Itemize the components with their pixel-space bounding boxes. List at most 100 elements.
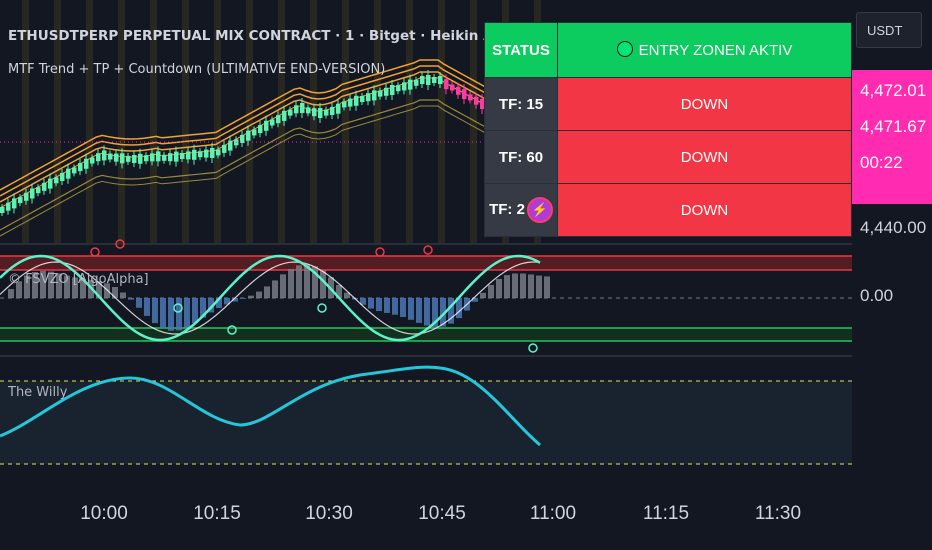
candle-body xyxy=(318,107,323,118)
candle-body xyxy=(96,153,101,162)
candle-body xyxy=(462,89,467,100)
candle-body xyxy=(390,85,395,95)
histogram-bar xyxy=(504,275,510,298)
candle-body xyxy=(198,151,203,158)
timeframe-key: TF: 2 ⚡ xyxy=(484,183,558,237)
time-tick: 10:45 xyxy=(418,503,466,524)
candle-body xyxy=(342,101,347,108)
candle-body xyxy=(282,110,287,121)
last-price-tag: 4,472.01 4,471.67 00:22 xyxy=(852,70,932,204)
status-table: STATUS ENTRY ZONEN AKTIV TF: 15 DOWN TF:… xyxy=(484,22,852,237)
entry-zone-label: ENTRY ZONEN AKTIV xyxy=(638,42,793,59)
candle-body xyxy=(258,125,263,134)
candle-body xyxy=(120,153,125,164)
candle-body xyxy=(126,155,131,162)
histogram-bar xyxy=(256,291,262,298)
histogram-bar xyxy=(512,273,518,298)
candle-body xyxy=(474,96,479,105)
histogram-bar xyxy=(416,298,422,323)
histogram-bar xyxy=(176,298,182,331)
histogram-bar xyxy=(296,265,302,298)
candle-body xyxy=(186,151,191,160)
candle-body xyxy=(336,103,341,114)
status-header-key: STATUS xyxy=(484,22,558,78)
candle-body xyxy=(150,153,155,162)
candle-body xyxy=(72,167,77,174)
axis-price-label: 4,440.00 xyxy=(860,218,927,237)
candle-body xyxy=(78,163,83,172)
histogram-bar xyxy=(520,273,526,298)
candle-body xyxy=(60,173,65,181)
histogram-bar xyxy=(488,284,494,298)
histogram-bar xyxy=(112,287,118,298)
oscillator-label[interactable]: © FSVZO [AlgoAlpha] xyxy=(8,272,149,287)
time-tick: 11:30 xyxy=(754,503,802,524)
candle-body xyxy=(30,188,35,199)
candle-body xyxy=(54,177,59,184)
candle-body xyxy=(354,95,359,106)
candle-body xyxy=(396,85,401,92)
symbol-title[interactable]: ETHUSDTPERP PERPETUAL MIX CONTRACT · 1 ·… xyxy=(8,28,516,44)
status-row: TF: 60 DOWN xyxy=(484,130,852,184)
candle-body xyxy=(216,149,221,156)
histogram-bar xyxy=(248,295,254,298)
candle-body xyxy=(204,149,209,158)
currency-button[interactable]: USDT xyxy=(856,12,922,48)
histogram-bar xyxy=(536,275,542,298)
candle-body xyxy=(426,75,431,85)
chart-window: { "header": { "symbol_line": "ETHUSDTPER… xyxy=(0,0,932,550)
candle-body xyxy=(264,120,269,131)
histogram-bar xyxy=(160,298,166,329)
candle-body xyxy=(306,107,311,114)
histogram-bar xyxy=(240,298,246,299)
candle-body xyxy=(372,90,377,101)
candle-body xyxy=(312,108,317,117)
price-tag-2: 4,471.67 xyxy=(860,117,927,136)
timeframe-key: TF: 15 xyxy=(484,77,558,131)
histogram-bar xyxy=(368,298,374,309)
histogram-bar xyxy=(192,298,198,324)
candle-body xyxy=(168,153,173,162)
trend-value: DOWN xyxy=(557,130,852,184)
histogram-bar xyxy=(424,298,430,326)
candle-body xyxy=(66,168,71,179)
status-row: TF: 15 DOWN xyxy=(484,77,852,131)
indicator-title[interactable]: MTF Trend + TP + Countdown (ULTIMATIVE E… xyxy=(8,62,385,77)
status-header-value: ENTRY ZONEN AKTIV xyxy=(557,22,852,78)
histogram-bar xyxy=(136,298,142,308)
lightning-alert-icon[interactable]: ⚡ xyxy=(526,197,553,223)
candle-body xyxy=(300,103,305,113)
candle-body xyxy=(378,90,383,97)
candle-body xyxy=(270,119,275,126)
candle-body xyxy=(420,76,425,84)
candle-body xyxy=(438,76,443,84)
candle-body xyxy=(222,144,227,153)
time-tick: 10:15 xyxy=(193,503,241,524)
histogram-bar xyxy=(168,298,174,331)
candle-body xyxy=(144,155,149,162)
candle-body xyxy=(324,109,329,116)
candle-body xyxy=(42,182,47,191)
histogram-bar xyxy=(128,298,134,300)
bar-countdown: 00:22 xyxy=(860,153,903,172)
willy-fill xyxy=(0,381,852,464)
candle-body xyxy=(432,77,437,83)
histogram-bar xyxy=(384,298,390,313)
candle-body xyxy=(444,79,449,90)
candle-body xyxy=(156,151,161,162)
candle-body xyxy=(294,105,299,114)
candle-body xyxy=(24,192,29,201)
histogram-bar xyxy=(408,298,414,320)
candle-body xyxy=(276,115,281,124)
candle-body xyxy=(138,153,143,164)
candle-body xyxy=(330,106,335,115)
candle-body xyxy=(192,149,197,160)
candle-body xyxy=(84,158,89,169)
time-tick: 10:00 xyxy=(80,503,128,524)
histogram-bar xyxy=(264,286,270,298)
green-dot-icon xyxy=(616,41,633,57)
status-row: TF: 2 ⚡ DOWN xyxy=(484,183,852,237)
histogram-bar xyxy=(8,289,14,298)
willy-label[interactable]: The Willy xyxy=(8,385,67,400)
histogram-bar xyxy=(184,298,190,328)
